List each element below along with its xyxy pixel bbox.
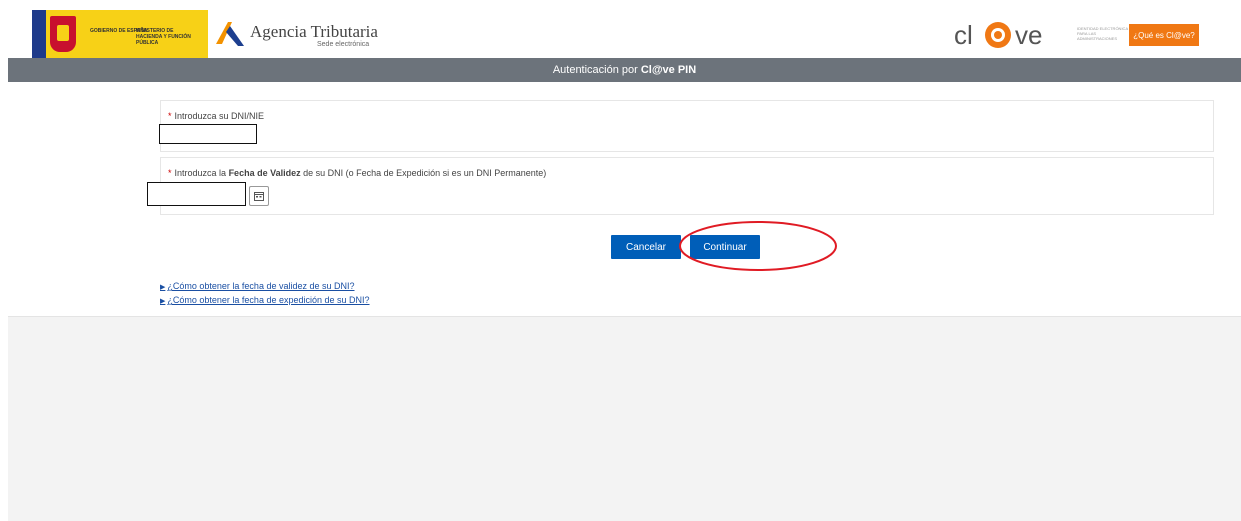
dni-label: * Introduzca su DNI/NIE bbox=[168, 111, 264, 121]
fecha-label-pre: Introduzca la bbox=[174, 168, 227, 178]
fecha-panel: * Introduzca la Fecha de Validez de su DN… bbox=[160, 157, 1214, 215]
fecha-label: * Introduzca la Fecha de Validez de su DN… bbox=[168, 168, 546, 178]
triangle-right-icon: ▶ bbox=[160, 284, 166, 291]
dni-input[interactable] bbox=[159, 124, 257, 144]
site-header: GOBIERNO DE ESPAÑA MINISTERIO DE HACIEND… bbox=[8, 10, 1241, 58]
calendar-icon bbox=[254, 192, 264, 201]
page: GOBIERNO DE ESPAÑA MINISTERIO DE HACIEND… bbox=[8, 0, 1241, 521]
clave-subtitle: IDENTIDAD ELECTRÓNICA PARA LAS ADMINISTR… bbox=[1077, 26, 1128, 41]
help-links: ▶ ¿Cómo obtener la fecha de validez de su… bbox=[160, 280, 370, 308]
help-link-expedicion[interactable]: ▶ ¿Cómo obtener la fecha de expedición de… bbox=[160, 294, 370, 308]
agencia-tributaria-logo-icon bbox=[216, 22, 244, 46]
required-mark: * bbox=[168, 168, 172, 178]
fecha-label-bold: Fecha de Validez bbox=[228, 168, 301, 178]
agency-title: Agencia Tributaria bbox=[250, 22, 378, 41]
help-link-validez[interactable]: ▶ ¿Cómo obtener la fecha de validez de su… bbox=[160, 280, 370, 294]
cancel-button[interactable]: Cancelar bbox=[611, 235, 681, 259]
coat-of-arms-icon bbox=[50, 16, 76, 52]
help-link-expedicion-label: ¿Cómo obtener la fecha de expedición de … bbox=[167, 295, 370, 305]
continue-button[interactable]: Continuar bbox=[690, 235, 760, 259]
auth-title-band: Autenticación por Cl@ve PIN bbox=[8, 58, 1241, 82]
dni-label-text: Introduzca su DNI/NIE bbox=[174, 111, 265, 121]
page-footer-area bbox=[8, 316, 1241, 521]
clave-logo-icon: cl ve bbox=[954, 20, 1042, 50]
fecha-input[interactable] bbox=[147, 182, 246, 206]
agency-subtitle: Sede electrónica bbox=[317, 41, 370, 48]
eu-flag-stripe bbox=[32, 10, 46, 58]
required-mark: * bbox=[168, 111, 172, 121]
triangle-right-icon: ▶ bbox=[160, 298, 166, 305]
band-title-prefix: Autenticación por bbox=[552, 64, 638, 76]
band-title-strong: Cl@ve PIN bbox=[640, 64, 697, 76]
fecha-label-post: de su DNI (o Fecha de Expedición si es u… bbox=[303, 168, 547, 178]
dni-panel: * Introduzca su DNI/NIE bbox=[160, 100, 1214, 152]
what-is-clave-button[interactable]: ¿Qué es Cl@ve? bbox=[1129, 24, 1199, 46]
svg-text:ve: ve bbox=[1015, 20, 1042, 50]
ministry-text: MINISTERIO DE HACIENDA Y FUNCIÓN PÚBLICA bbox=[136, 28, 191, 46]
calendar-button[interactable] bbox=[249, 186, 269, 206]
svg-text:cl: cl bbox=[954, 20, 973, 50]
government-logo: GOBIERNO DE ESPAÑA MINISTERIO DE HACIEND… bbox=[32, 10, 208, 58]
help-link-validez-label: ¿Cómo obtener la fecha de validez de su … bbox=[167, 281, 355, 291]
